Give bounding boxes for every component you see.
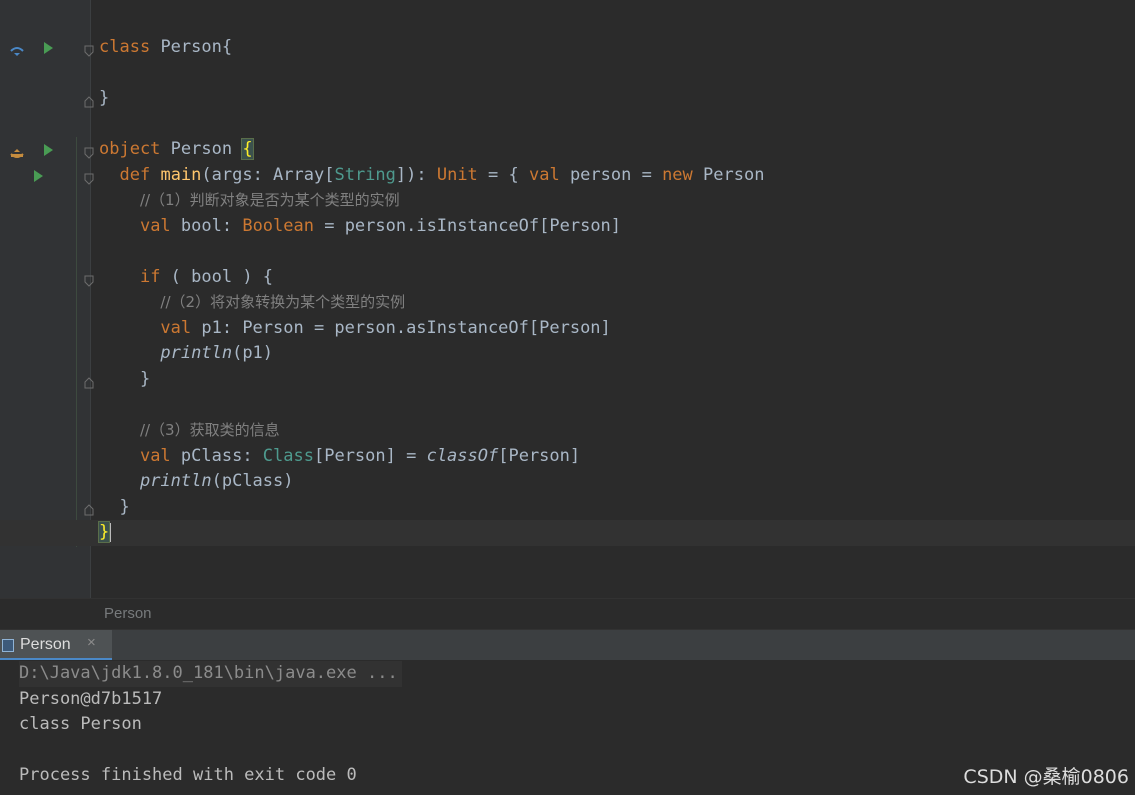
type-name: String — [334, 165, 396, 185]
class-name: Person{ — [160, 37, 233, 57]
function-call: classOf — [426, 446, 499, 466]
code-line[interactable]: //（2）将对象转换为某个类型的实例 — [0, 290, 1135, 316]
code-line[interactable]: val pClass: Class[Person] = classOf[Pers… — [0, 444, 1135, 470]
code-line[interactable]: val bool: Boolean = person.isInstanceOf[… — [0, 214, 1135, 240]
brace: } — [139, 369, 151, 389]
console-command-line[interactable]: D:\Java\jdk1.8.0_181\bin\java.exe ... — [19, 661, 402, 687]
code-text: Person — [692, 165, 765, 185]
code-line[interactable]: object Person { — [0, 137, 1135, 163]
close-icon[interactable]: × — [87, 634, 96, 651]
brace: } — [119, 497, 130, 517]
code-text: bool: — [170, 216, 243, 236]
function-call: println — [160, 343, 233, 363]
code-text: ( bool ) { — [160, 267, 274, 287]
keyword: object — [99, 139, 161, 159]
breadcrumb-item[interactable]: Person — [104, 605, 152, 622]
code-text: [Person] = — [313, 446, 427, 466]
code-text: (pClass) — [211, 471, 294, 491]
tab-run-person[interactable]: Person × — [0, 630, 112, 661]
code-line[interactable]: if ( bool ) { — [0, 265, 1135, 291]
code-text: = { — [477, 165, 529, 185]
function-call: println — [139, 471, 212, 491]
code-line[interactable]: val p1: Person = person.asInstanceOf[Per… — [0, 316, 1135, 342]
code-text: ]): — [395, 165, 437, 185]
keyword: new — [662, 165, 693, 185]
console-exit-line: Process finished with exit code 0 — [19, 765, 357, 785]
matched-brace: } — [97, 521, 111, 543]
keyword: Boolean — [242, 216, 314, 236]
watermark: CSDN @桑榆0806 — [963, 766, 1129, 788]
keyword: class — [99, 37, 151, 57]
matched-brace: { — [241, 138, 254, 160]
code-text: p1: Person = person.asInstanceOf[Person] — [191, 318, 611, 338]
brace: } — [99, 88, 110, 108]
code-text: = person.isInstanceOf[Person] — [313, 216, 622, 236]
console-output-line: Person@d7b1517 — [19, 689, 163, 709]
console-icon — [2, 639, 14, 652]
code-text: [Person] — [498, 446, 581, 466]
current-line[interactable]: } — [0, 520, 1135, 546]
keyword: val — [160, 318, 192, 338]
code-text: (args: Array[ — [201, 165, 335, 185]
code-line[interactable]: //（3）获取类的信息 — [0, 418, 1135, 444]
keyword: val — [528, 165, 560, 185]
keyword: val — [139, 216, 171, 236]
code-line[interactable]: } — [0, 495, 1135, 521]
tab-label: Person — [20, 636, 71, 653]
keyword: Unit — [436, 165, 478, 185]
breadcrumb[interactable]: Person — [0, 598, 1135, 630]
code-line[interactable]: class Person{ — [0, 35, 1135, 61]
code-text: person = — [559, 165, 663, 185]
code-line[interactable]: println(pClass) — [0, 469, 1135, 495]
code-text: pClass: — [170, 446, 263, 466]
run-toolwindow-header: Person × — [0, 629, 1135, 662]
comment: //（1）判断对象是否为某个类型的实例 — [139, 191, 400, 209]
keyword: def — [119, 165, 151, 185]
code-line[interactable]: } — [0, 86, 1135, 112]
object-name: Person — [170, 139, 243, 159]
comment: //（2）将对象转换为某个类型的实例 — [160, 293, 406, 311]
type-name: Class — [262, 446, 314, 466]
comment: //（3）获取类的信息 — [139, 421, 280, 439]
code-line[interactable]: println(p1) — [0, 341, 1135, 367]
function-name: main — [160, 165, 202, 185]
code-text: (p1) — [232, 343, 274, 363]
code-line[interactable]: def main(args: Array[String]): Unit = { … — [0, 163, 1135, 189]
keyword: if — [139, 267, 161, 287]
code-editor[interactable]: class Person{ } object Person { def main… — [0, 0, 1135, 598]
code-line[interactable]: } — [0, 367, 1135, 393]
keyword: val — [139, 446, 171, 466]
console-output-line: class Person — [19, 714, 142, 734]
code-line[interactable]: //（1）判断对象是否为某个类型的实例 — [0, 188, 1135, 214]
text-caret — [109, 522, 112, 542]
